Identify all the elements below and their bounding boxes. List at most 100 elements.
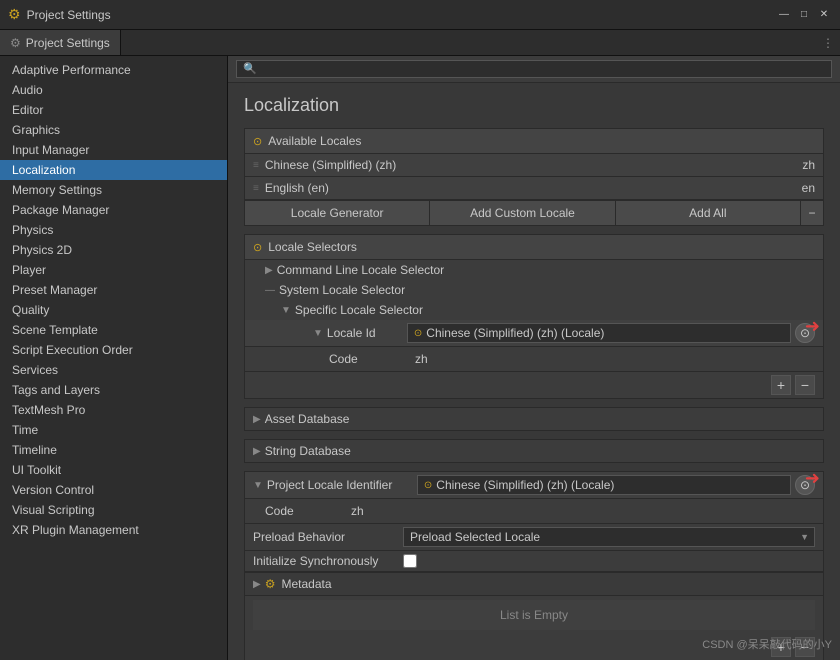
expand-arrow-localeid: ▼ [313,328,323,339]
arrow-annotation-1: ➜ [805,316,820,337]
list-empty-text: List is Empty [253,600,815,630]
maximize-button[interactable]: □ [796,7,812,23]
string-database-section: ▶ String Database [244,439,824,463]
sidebar-item-package-manager[interactable]: Package Manager [0,200,227,220]
sidebar-item-graphics[interactable]: Graphics [0,120,227,140]
initialize-synchronously-label: Initialize Synchronously [253,554,403,568]
locale-code-chinese: zh [775,158,815,172]
locale-generator-button[interactable]: Locale Generator [245,201,430,225]
expand-arrow-command: ▶ [265,265,273,276]
preload-behavior-select-wrapper: Preload Selected Locale Preload All Loca… [403,527,815,547]
code-value-2: zh [345,502,815,520]
watermark: CSDN @呆呆敲代码的小Y [702,636,832,652]
system-locale-selector-row[interactable]: — System Locale Selector [245,280,823,300]
sidebar-item-player[interactable]: Player [0,260,227,280]
search-input[interactable] [236,60,832,78]
drag-handle-english: ≡ [253,183,259,194]
tab-options-button[interactable]: ⋮ [822,30,840,55]
close-button[interactable]: ✕ [816,7,832,23]
sidebar-item-adaptive-performance[interactable]: Adaptive Performance [0,60,227,80]
available-locales-section: ⊙ Available Locales ≡ Chinese (Simplifie… [244,128,824,226]
sidebar-item-scene-template[interactable]: Scene Template [0,320,227,340]
available-locales-label: Available Locales [268,134,361,148]
command-line-selector-label: Command Line Locale Selector [277,263,444,277]
string-database-row[interactable]: ▶ String Database [245,440,823,462]
asset-database-section: ▶ Asset Database [244,407,824,431]
sidebar-item-script-execution-order[interactable]: Script Execution Order [0,340,227,360]
sidebar-item-textmesh-pro[interactable]: TextMesh Pro [0,400,227,420]
available-locales-header: ⊙ Available Locales [245,129,823,154]
asset-database-row[interactable]: ▶ Asset Database [245,408,823,430]
code-value-1: zh [409,350,815,368]
selector-remove-button[interactable]: − [795,375,815,395]
sidebar-item-version-control[interactable]: Version Control [0,480,227,500]
locale-selectors-label: Locale Selectors [268,240,357,254]
locale-buttons-row: Locale Generator Add Custom Locale Add A… [245,200,823,225]
window-controls: — □ ✕ [776,7,832,23]
selector-add-button[interactable]: + [771,375,791,395]
system-locale-selector-label: System Locale Selector [279,283,405,297]
locale-id-row: ▼ Locale Id ⊙ Chinese (Simplified) (zh) … [245,320,823,347]
locale-selectors-header: ⊙ Locale Selectors [245,235,823,260]
search-bar [228,56,840,83]
initialize-synchronously-row: Initialize Synchronously [245,551,823,572]
specific-locale-selector-row[interactable]: ▼ Specific Locale Selector [245,300,823,320]
sidebar-item-physics-2d[interactable]: Physics 2D [0,240,227,260]
page-title: Localization [244,95,824,116]
minimize-button[interactable]: — [776,7,792,23]
expand-dash-system: — [265,285,275,296]
code-label-2: Code [265,504,345,518]
specific-locale-selector-label: Specific Locale Selector [295,303,423,317]
sidebar-item-input-manager[interactable]: Input Manager [0,140,227,160]
locale-id-label: Locale Id [327,326,407,340]
tab-bar: ⚙ Project Settings ⋮ [0,30,840,56]
add-custom-locale-button[interactable]: Add Custom Locale [430,201,615,225]
expand-arrow-asset: ▶ [253,414,261,425]
selector-plus-minus-row: + − [245,372,823,398]
locale-item-chinese: ≡ Chinese (Simplified) (zh) zh [245,154,823,177]
page-content: Localization ⊙ Available Locales ≡ Chine… [228,83,840,660]
metadata-row[interactable]: ▶ ⚙ Metadata [245,572,823,596]
project-locale-identifier-value[interactable]: ⊙ Chinese (Simplified) (zh) (Locale) ➜ [417,475,791,495]
options-icon: ⋮ [822,36,834,50]
tab-label: Project Settings [26,36,110,50]
content-area: Localization ⊙ Available Locales ≡ Chine… [228,56,840,660]
expand-arrow-projectlocale: ▼ [253,480,263,491]
project-locale-identifier-row: ▼ Project Locale Identifier ⊙ Chinese (S… [245,472,823,499]
sidebar-item-audio[interactable]: Audio [0,80,227,100]
code-row-2: Code zh [245,499,823,524]
preload-behavior-row: Preload Behavior Preload Selected Locale… [245,524,823,551]
sidebar-item-services[interactable]: Services [0,360,227,380]
sidebar-item-editor[interactable]: Editor [0,100,227,120]
sidebar-item-visual-scripting[interactable]: Visual Scripting [0,500,227,520]
code-label-1: Code [329,352,409,366]
sidebar-item-ui-toolkit[interactable]: UI Toolkit [0,460,227,480]
window-title: Project Settings [27,8,776,22]
asset-database-label: Asset Database [265,412,350,426]
locale-id-value[interactable]: ⊙ Chinese (Simplified) (zh) (Locale) ➜ [407,323,791,343]
locale-name-chinese: Chinese (Simplified) (zh) [265,158,775,172]
remove-locale-button[interactable]: − [801,201,823,225]
sidebar-item-preset-manager[interactable]: Preset Manager [0,280,227,300]
command-line-selector-row[interactable]: ▶ Command Line Locale Selector [245,260,823,280]
expand-arrow-specific: ▼ [281,305,291,316]
sidebar-item-localization[interactable]: Localization [0,160,227,180]
sidebar-item-tags-and-layers[interactable]: Tags and Layers [0,380,227,400]
sidebar-item-quality[interactable]: Quality [0,300,227,320]
locale-name-english: English (en) [265,181,775,195]
preload-behavior-select[interactable]: Preload Selected Locale Preload All Loca… [403,527,815,547]
sidebar-item-time[interactable]: Time [0,420,227,440]
locale-selectors-section: ⊙ Locale Selectors ▶ Command Line Locale… [244,234,824,399]
expand-arrow-string: ▶ [253,446,261,457]
sidebar-item-xr-plugin-management[interactable]: XR Plugin Management [0,520,227,540]
locale-item-english: ≡ English (en) en [245,177,823,200]
pin-icon-2: ⊙ [253,241,262,254]
metadata-label: Metadata [281,577,331,591]
sidebar-item-timeline[interactable]: Timeline [0,440,227,460]
add-all-button[interactable]: Add All [616,201,801,225]
project-locale-section: ▼ Project Locale Identifier ⊙ Chinese (S… [244,471,824,660]
sidebar-item-physics[interactable]: Physics [0,220,227,240]
sidebar-item-memory-settings[interactable]: Memory Settings [0,180,227,200]
initialize-synchronously-checkbox[interactable] [403,554,417,568]
tab-project-settings[interactable]: ⚙ Project Settings [0,30,121,55]
